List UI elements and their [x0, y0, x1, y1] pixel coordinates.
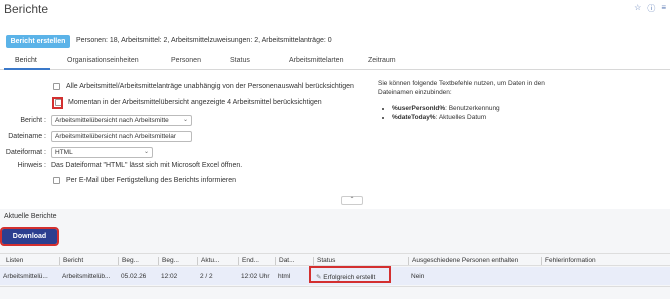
filename-label: Dateiname :	[8, 133, 46, 140]
col-dateiformat[interactable]: Dat...	[275, 257, 313, 265]
option-all-label: Alle Arbeitsmittel/Arbeitsmittelanträge …	[66, 83, 354, 90]
cell-dateiformat: html	[278, 273, 291, 280]
cell-ausgeschiedene: Nein	[411, 273, 425, 280]
menu-icon[interactable]: ≡	[661, 3, 666, 14]
cell-listen: Arbeitsmittelü...	[3, 273, 48, 280]
option-email-checkbox[interactable]	[53, 177, 60, 184]
tab-organisationseinheiten[interactable]: Organisationseinheiten	[67, 57, 139, 64]
current-reports-title: Aktuelle Berichte	[4, 213, 57, 220]
active-tab-indicator	[4, 68, 50, 70]
format-select[interactable]: HTML ⌄	[51, 147, 153, 158]
option-all-row[interactable]: Alle Arbeitsmittel/Arbeitsmittelanträge …	[53, 83, 354, 90]
col-beginn-zeit[interactable]: Beg...	[158, 257, 196, 265]
create-report-button[interactable]: Bericht erstellen	[6, 35, 70, 48]
cell-aktuell: 2 / 2	[200, 273, 213, 280]
report-select[interactable]: Arbeitsmittelübersicht nach Arbeitsmitte…	[51, 115, 192, 126]
tab-personen[interactable]: Personen	[171, 57, 201, 64]
col-status[interactable]: Status	[313, 257, 407, 265]
star-icon[interactable]: ☆	[634, 3, 641, 14]
col-aktuell[interactable]: Aktu...	[197, 257, 237, 265]
help-icon[interactable]: ⓘ	[647, 3, 655, 14]
option-email-label: Per E-Mail über Fertigstellung des Beric…	[66, 177, 237, 184]
tab-status[interactable]: Status	[230, 57, 250, 64]
format-select-value: HTML	[55, 149, 73, 156]
cell-beginn-zeit: 12:02	[161, 273, 178, 280]
help-item: %userPersonId%: Benutzerkennung	[392, 104, 500, 113]
tab-bericht[interactable]: Bericht	[15, 57, 37, 64]
cell-bericht: Arbeitsmittelüb...	[62, 273, 111, 280]
col-beginn-datum[interactable]: Beg...	[118, 257, 158, 265]
highlight-current-checkbox	[52, 97, 63, 109]
report-label: Bericht :	[20, 117, 46, 124]
col-ausgeschiedene[interactable]: Ausgeschiedene Personen enthalten	[408, 257, 540, 265]
highlight-status	[309, 266, 391, 283]
cell-beginn-datum: 05.02.26	[121, 273, 147, 280]
format-label: Dateiformat :	[5, 149, 46, 156]
option-current-label: Momentan in der Arbeitsmittelübersicht a…	[68, 99, 322, 106]
col-fehlerinformation[interactable]: Fehlerinformation	[541, 257, 666, 265]
help-list: %userPersonId%: Benutzerkennung %dateTod…	[388, 104, 500, 122]
col-listen[interactable]: Listen	[3, 257, 59, 265]
help-item: %dateToday%: Aktuelles Datum	[392, 113, 500, 122]
filename-input[interactable]: Arbeitsmittelübersicht nach Arbeitsmitte…	[51, 131, 192, 142]
report-summary: Personen: 18, Arbeitsmittel: 2, Arbeitsm…	[76, 37, 332, 44]
download-button[interactable]: Download	[0, 227, 59, 246]
hint-label: Hinweis :	[17, 162, 46, 169]
chevron-down-icon: ⌄	[143, 149, 149, 155]
col-ende[interactable]: End...	[238, 257, 274, 265]
table-header: Listen Bericht Beg... Beg... Aktu... End…	[0, 253, 670, 266]
page-title: Berichte	[4, 2, 49, 16]
chevron-up-icon: ⌃	[349, 197, 355, 203]
help-text: Sie können folgende Textbefehle nutzen, …	[378, 80, 545, 96]
tab-zeitraum[interactable]: Zeitraum	[368, 57, 396, 64]
col-bericht[interactable]: Bericht	[59, 257, 117, 265]
option-current-row[interactable]: Momentan in der Arbeitsmittelübersicht a…	[55, 99, 322, 106]
tab-arbeitsmittelarten[interactable]: Arbeitsmittelarten	[289, 57, 343, 64]
collapse-button[interactable]: ⌃	[341, 196, 363, 205]
chevron-down-icon: ⌄	[182, 117, 188, 123]
option-email-row[interactable]: Per E-Mail über Fertigstellung des Beric…	[53, 177, 236, 184]
hint-text: Das Dateiformat "HTML" lässt sich mit Mi…	[51, 162, 243, 169]
tab-bar: Bericht Organisationseinheiten Personen …	[0, 54, 670, 70]
divider	[0, 286, 670, 287]
top-icons: ☆ ⓘ ≡	[634, 3, 666, 14]
report-select-value: Arbeitsmittelübersicht nach Arbeitsmitte	[55, 117, 169, 124]
cell-ende: 12:02 Uhr	[241, 273, 270, 280]
option-all-checkbox[interactable]	[53, 83, 60, 90]
